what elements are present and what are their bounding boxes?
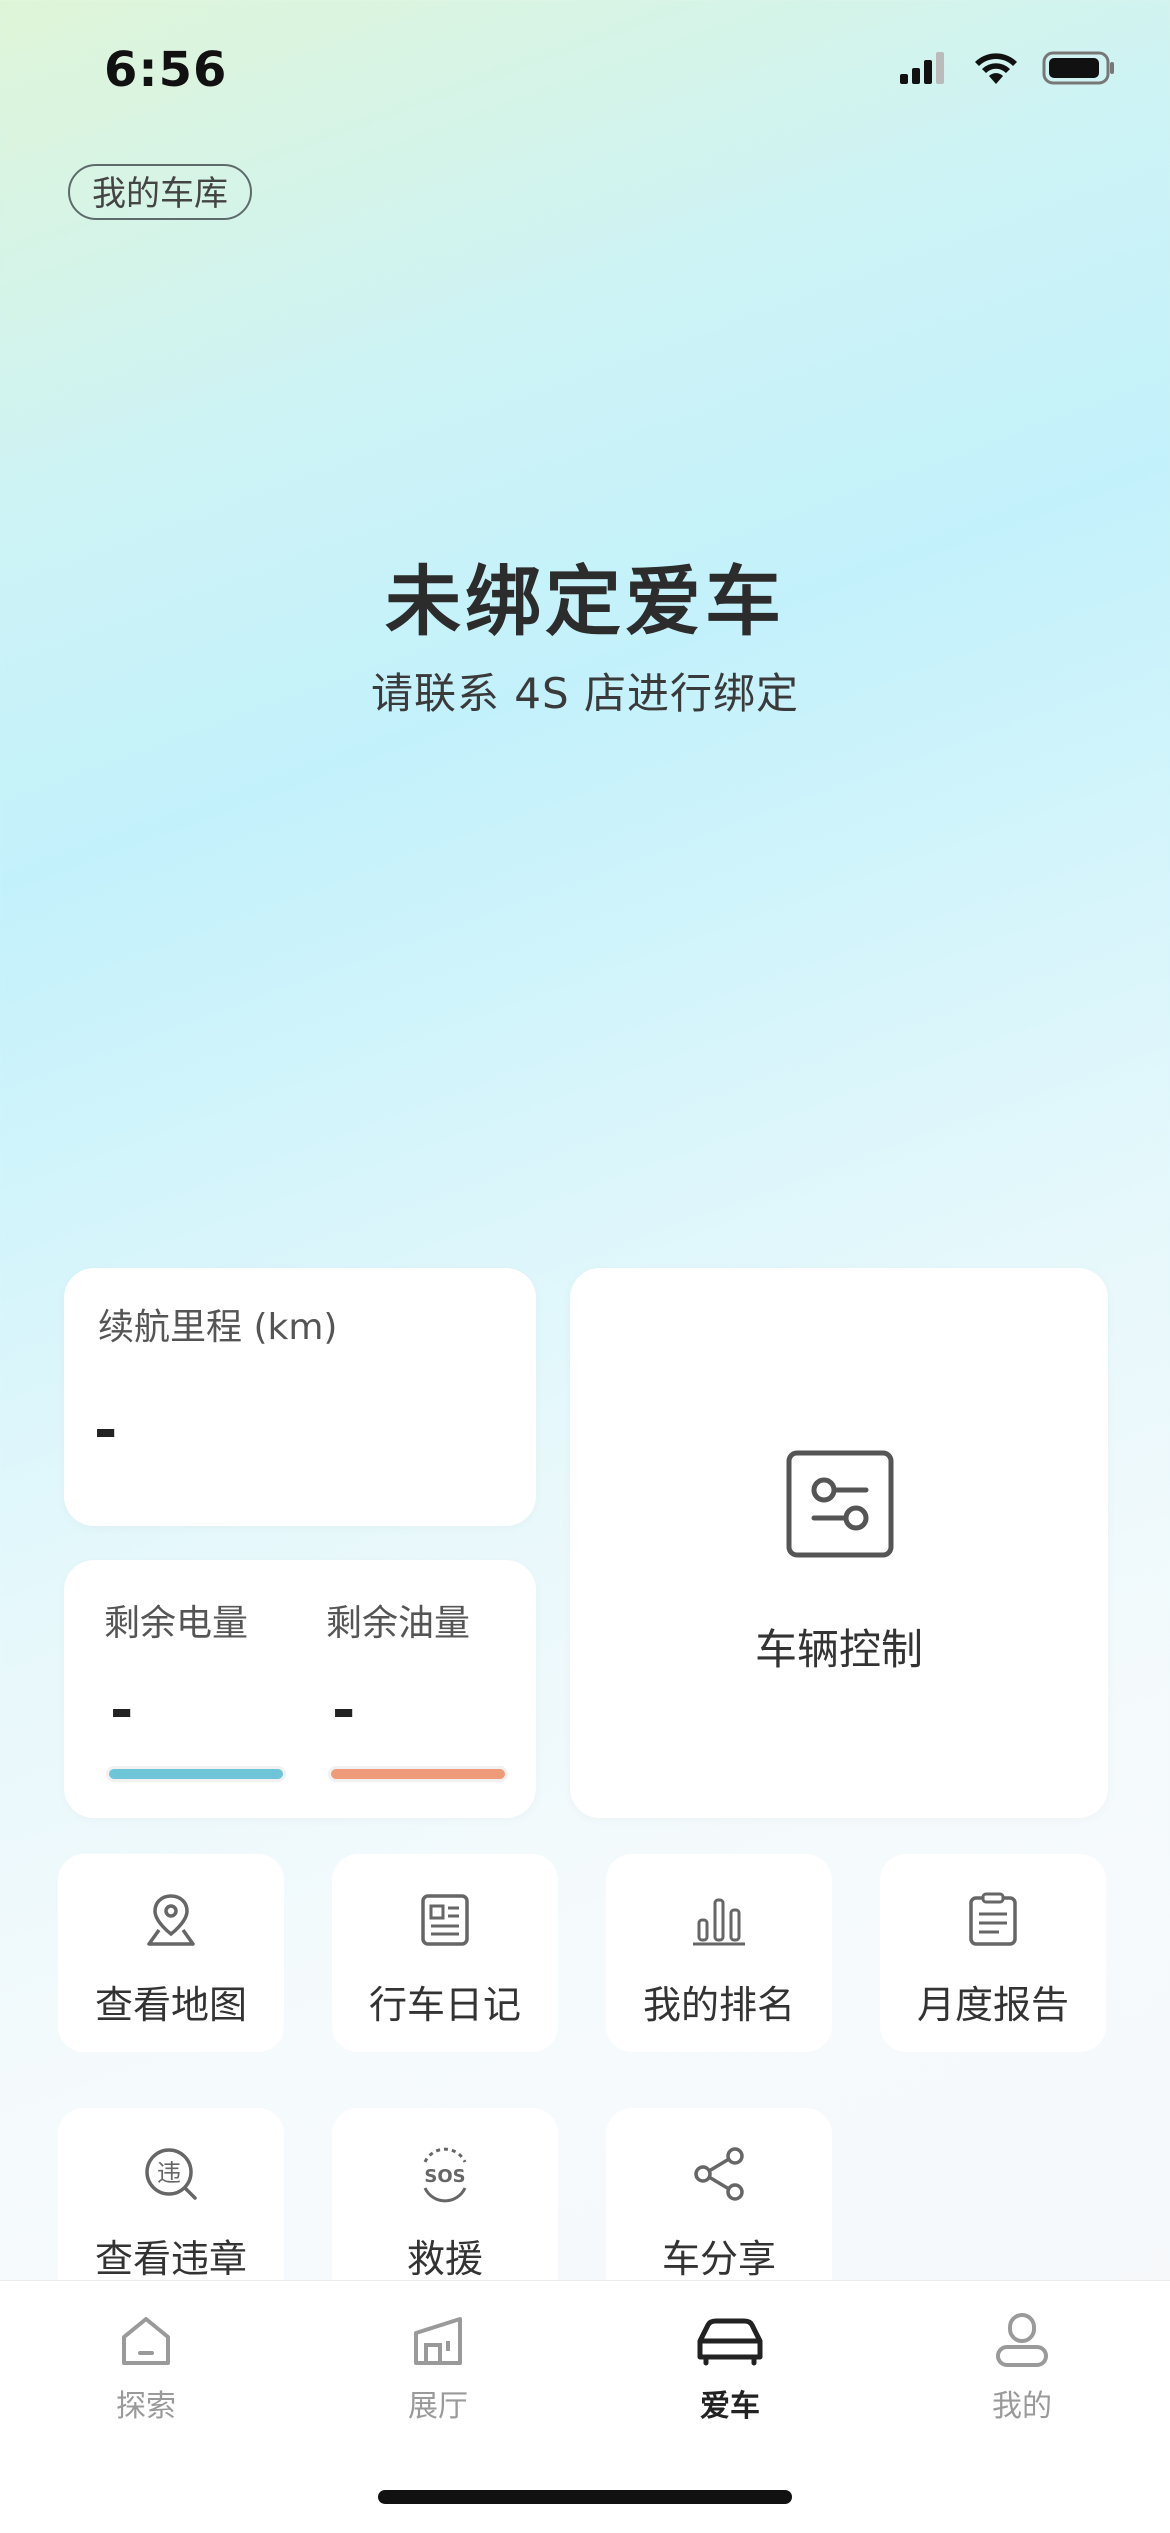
view-violations-label: 查看违章 [94,2237,247,2281]
energy-card[interactable]: 剩余电量 - 剩余油量 - [64,1560,536,1818]
rescue-tile[interactable]: SOS 救援 [332,2108,558,2306]
my-ranking-label: 我的排名 [642,1983,795,2027]
tab-my-car-label: 爱车 [700,2389,760,2424]
profile-icon [996,2313,1048,2367]
tab-my-car[interactable]: 爱车 [630,2311,830,2425]
showroom-icon [414,2317,462,2365]
car-share-label: 车分享 [661,2237,776,2281]
tab-showroom[interactable]: 展厅 [338,2311,538,2425]
status-time: 6:56 [104,42,228,98]
sliders-icon [786,1450,894,1558]
sos-icon: SOS [423,2147,467,2203]
home-indicator [378,2490,792,2504]
car-share-tile[interactable]: 车分享 [606,2108,832,2306]
battery-bar-fill [109,1769,283,1779]
fuel-label: 剩余油量 [326,1603,471,1644]
violation-glyph: 违 [157,2159,181,2187]
journal-icon [421,1894,469,1946]
my-garage-button[interactable]: 我的车库 [68,164,252,220]
drive-journal-tile[interactable]: 行车日记 [332,1854,558,2052]
fuel-bar-fill [331,1769,505,1779]
my-ranking-tile[interactable]: 我的排名 [606,1854,832,2052]
share-icon [694,2147,744,2201]
rescue-label: 救援 [406,2237,483,2281]
violation-icon: 违 [145,2148,197,2200]
page-title: 未绑定爱车 [385,557,785,646]
clipboard-icon [969,1892,1017,1946]
fuel-value: - [332,1678,356,1743]
drive-journal-label: 行车日记 [368,1983,521,2027]
home-icon [122,2317,170,2365]
sos-glyph: SOS [424,2166,465,2187]
monthly-report-label: 月度报告 [916,1983,1069,2027]
fuel-bar [328,1766,508,1782]
view-map-tile[interactable]: 查看地图 [58,1854,284,2052]
battery-value: - [110,1678,134,1743]
view-violations-tile[interactable]: 违 查看违章 [58,2108,284,2306]
tab-profile-label: 我的 [992,2389,1052,2424]
battery-icon [1042,51,1114,85]
car-icon [697,2318,763,2366]
status-icons [898,50,1116,86]
range-label: 续航里程 (km) [98,1307,338,1348]
tab-explore[interactable]: 探索 [46,2311,246,2425]
vehicle-control-label: 车辆控制 [754,1625,923,1674]
view-map-label: 查看地图 [94,1983,247,2027]
tab-showroom-label: 展厅 [408,2389,468,2424]
range-value: - [94,1398,118,1463]
tab-profile[interactable]: 我的 [922,2311,1122,2425]
range-card[interactable]: 续航里程 (km) - [64,1268,536,1526]
cellular-signal-icon [900,52,944,84]
tab-explore-label: 探索 [116,2389,176,2424]
monthly-report-tile[interactable]: 月度报告 [880,1854,1106,2052]
battery-bar [106,1766,286,1782]
vehicle-control-card[interactable]: 车辆控制 [570,1268,1108,1818]
wifi-icon [975,53,1017,84]
map-pin-icon [147,1894,195,1946]
page-subtitle: 请联系 4S 店进行绑定 [370,669,800,718]
bar-chart-icon [693,1898,745,1946]
battery-label: 剩余电量 [104,1603,249,1644]
